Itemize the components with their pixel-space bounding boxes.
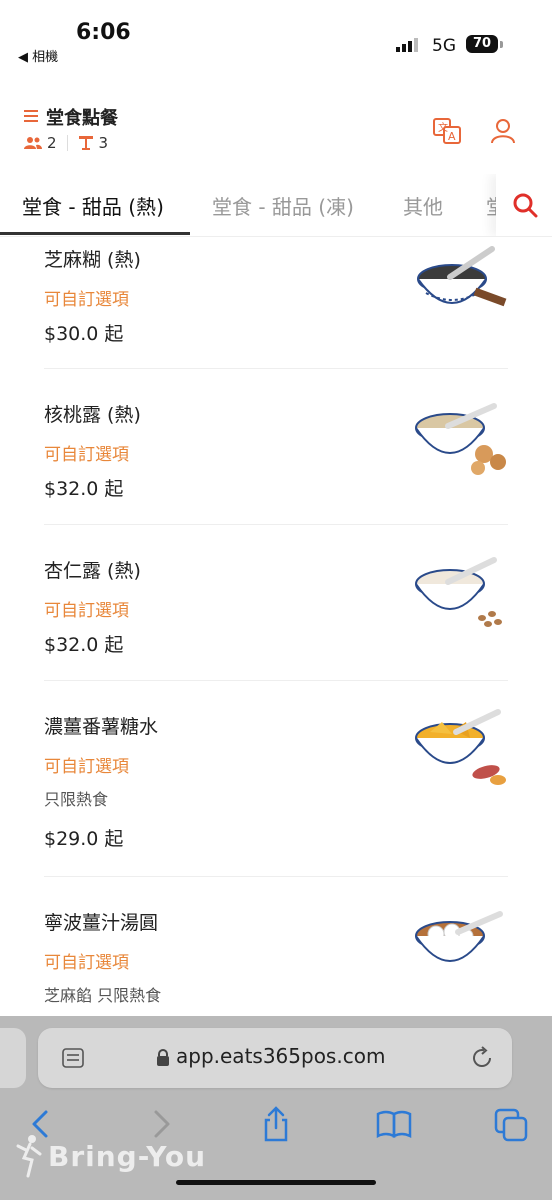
tabs-icon[interactable] [492,1104,532,1144]
previous-tab-preview[interactable] [0,1028,26,1088]
address-bar[interactable]: app.eats365pos.com [38,1028,512,1088]
watermark: Bring-You [48,1140,207,1173]
order-meta: 2 3 [24,134,108,152]
item-name: 芝麻糊 (熱) [44,249,141,271]
walnut-soup-image [415,403,506,475]
list-item[interactable]: 芝麻糊 (熱) 可自訂選項 $30.0 起 [44,237,508,369]
item-option: 可自訂選項 [44,601,129,621]
watermark-figure-icon [16,1135,42,1178]
ginger-sweet-potato-soup-image [415,709,506,785]
list-item[interactable]: 核桃露 (熱) 可自訂選項 $32.0 起 [44,368,508,525]
guests-icon [24,137,42,149]
list-item[interactable]: 寧波薑汁湯圓 可自訂選項 芝麻餡 只限熱食 [44,876,508,1017]
item-option: 可自訂選項 [44,953,129,973]
table-number: 3 [98,134,109,152]
svg-text:A: A [448,130,456,143]
account-icon[interactable] [488,116,518,146]
item-name: 寧波薑汁湯圓 [44,912,159,934]
almond-soup-image [415,557,502,627]
network-label: 5G [432,36,456,56]
item-note: 只限熱食 [44,790,109,809]
list-item[interactable]: 濃薑番薯糖水 可自訂選項 只限熱食 $29.0 起 [44,680,508,877]
page-title: 堂食點餐 [46,108,118,129]
divider [66,135,68,151]
category-tabs: 堂食 - 甜品 (熱) 堂食 - 甜品 (凍) 其他 堂 [0,174,552,237]
active-tab-indicator [0,232,190,235]
menu-list: 芝麻糊 (熱) 可自訂選項 $30.0 起 核桃露 (熱) 可自訂選項 $32.… [0,237,552,1017]
reload-icon[interactable] [470,1046,494,1070]
item-note: 芝麻餡 只限熱食 [44,986,162,1005]
item-option: 可自訂選項 [44,445,129,465]
tab-hot-dessert[interactable]: 堂食 - 甜品 (熱) [22,191,164,220]
signal-icon [396,38,418,52]
item-name: 杏仁露 (熱) [44,560,141,582]
reader-icon[interactable] [62,1048,84,1068]
guest-count: 2 [47,134,57,152]
translate-icon[interactable]: 文 A [432,116,462,146]
back-to-camera-link[interactable]: ◀ 相機 [18,46,58,65]
svg-text:文: 文 [438,121,448,134]
ginger-glutinous-rice-balls-image [415,911,503,962]
lock-icon [157,1049,169,1066]
battery-icon: 70 [466,35,498,53]
black-sesame-soup-image [417,246,507,307]
item-option: 可自訂選項 [44,757,129,777]
item-price: $32.0 起 [44,478,124,500]
battery-tip [500,41,503,48]
tab-cold-dessert[interactable]: 堂食 - 甜品 (凍) [212,191,354,220]
home-indicator [176,1180,376,1185]
menu-icon[interactable] [24,110,38,125]
forward-icon[interactable] [140,1104,180,1144]
clock: 6:06 [76,20,131,45]
share-icon[interactable] [256,1104,296,1144]
app-header: 堂食點餐 2 3 文 A [0,86,552,174]
item-price: $30.0 起 [44,323,124,345]
list-item[interactable]: 杏仁露 (熱) 可自訂選項 $32.0 起 [44,524,508,681]
item-price: $29.0 起 [44,828,124,850]
url-text: app.eats365pos.com [176,1044,386,1068]
search-icon [513,193,538,218]
status-bar: 6:06 ◀ 相機 5G 70 [0,0,552,84]
table-icon [78,136,93,150]
tab-others[interactable]: 其他 [403,191,443,220]
item-price: $32.0 起 [44,634,124,656]
item-name: 核桃露 (熱) [44,404,141,426]
bookmarks-icon[interactable] [374,1104,414,1144]
item-name: 濃薑番薯糖水 [44,716,159,738]
search-button[interactable] [496,174,552,236]
item-option: 可自訂選項 [44,290,129,310]
